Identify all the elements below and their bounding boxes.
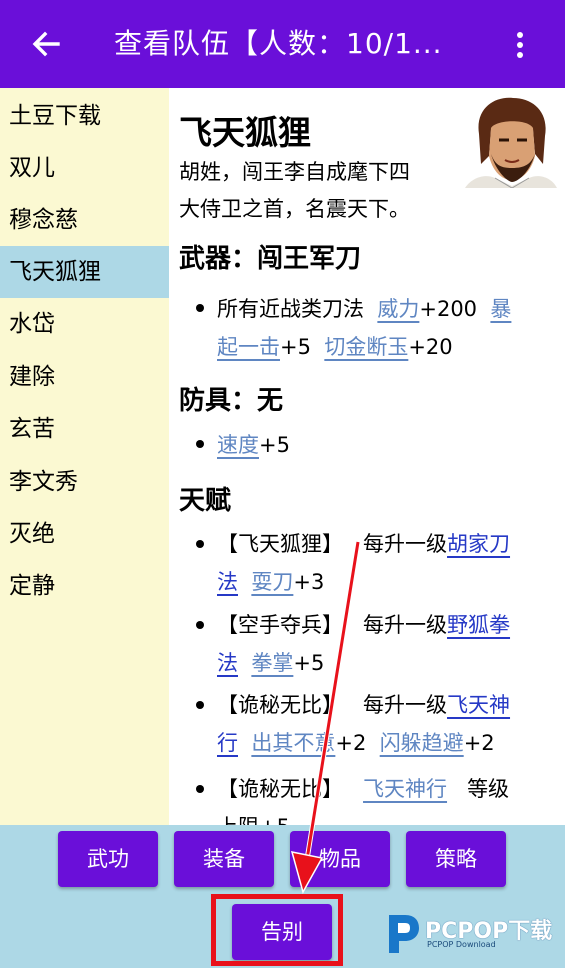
annotation-arrow — [290, 541, 361, 894]
watermark-logo: PCPOP下载 PCPOP Download — [385, 911, 560, 957]
brand-logo-icon — [389, 915, 419, 953]
watermark-sub: PCPOP Download — [427, 940, 496, 949]
